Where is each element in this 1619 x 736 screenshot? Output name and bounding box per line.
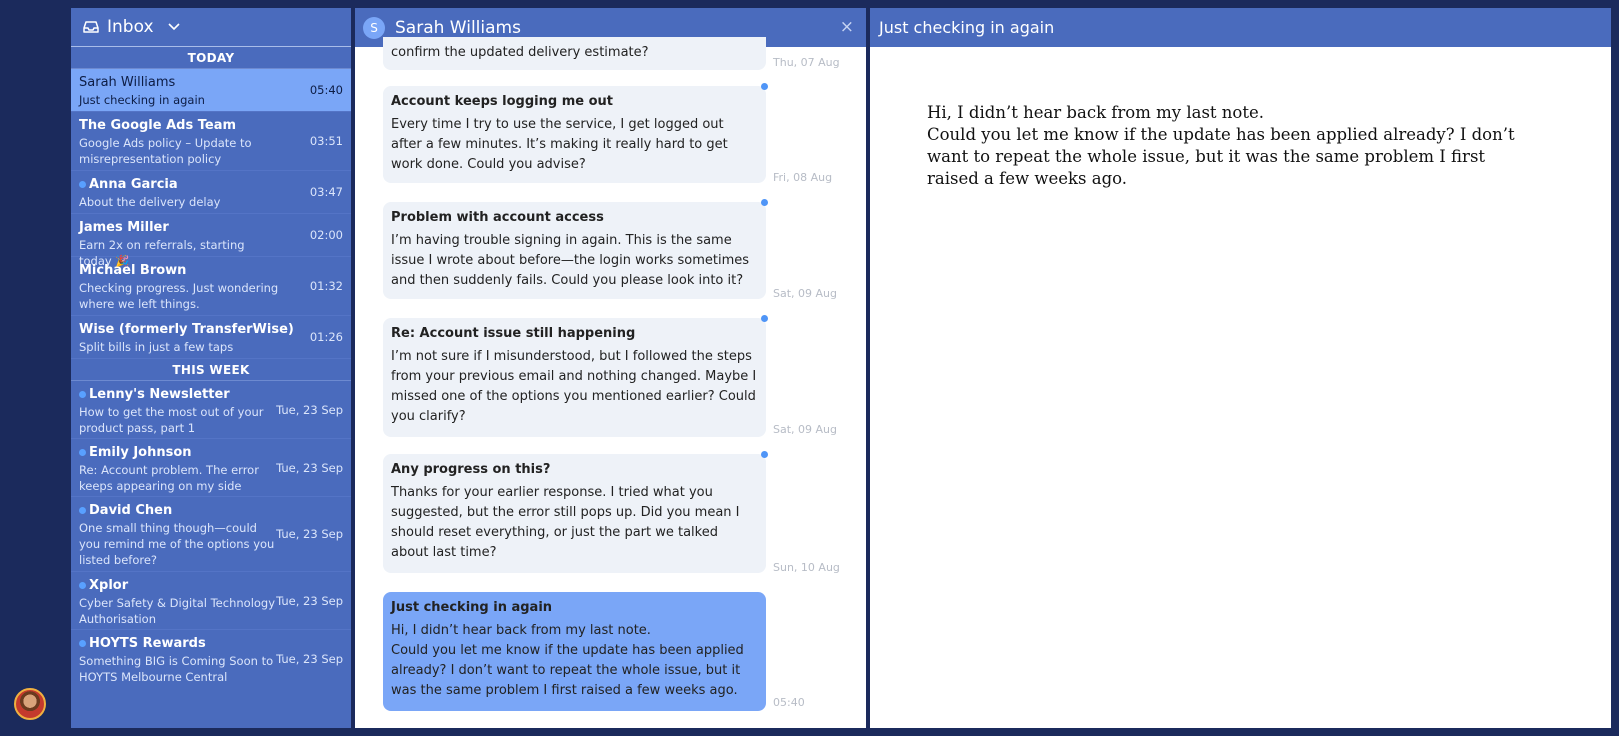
sender-name: HOYTS Rewards <box>89 636 206 651</box>
message-body: I’m not sure if I misunderstood, but I f… <box>391 349 757 424</box>
message-preview: Something BIG is Coming Soon to HOYTS Me… <box>79 654 274 684</box>
reading-pane: Just checking in again Hi, I didn’t hear… <box>870 8 1611 728</box>
message-time: Tue, 23 Sep <box>276 527 343 541</box>
inbox-header[interactable]: Inbox <box>71 8 351 47</box>
chevron-down-icon[interactable] <box>167 23 180 31</box>
list-item[interactable]: The Google Ads Team Google Ads policy – … <box>71 112 351 171</box>
conversation-name: Sarah Williams <box>395 17 521 38</box>
message-time: Tue, 23 Sep <box>276 402 343 417</box>
message-timestamp: Fri, 08 Aug <box>773 171 833 184</box>
reader-line: Could you let me know if the update has … <box>927 125 1515 188</box>
conversation-panel: S Sarah Williams × confirm the updated d… <box>355 8 866 728</box>
message-bubble-selected[interactable]: Just checking in again Hi, I didn’t hear… <box>383 592 766 711</box>
section-today: TODAY <box>71 47 351 69</box>
message-time: 01:26 <box>309 330 343 344</box>
reader-title: Just checking in again <box>870 8 1611 47</box>
user-avatar[interactable] <box>14 688 46 720</box>
unread-dot <box>79 391 86 398</box>
unread-dot <box>761 83 768 90</box>
message-bubble[interactable]: Problem with account access I’m having t… <box>383 199 768 299</box>
reader-body[interactable]: Hi, I didn’t hear back from my last note… <box>870 47 1611 190</box>
message-preview: About the delivery delay <box>79 195 221 209</box>
unread-dot <box>761 315 768 322</box>
message-bubble[interactable]: Re: Account issue still happening I’m no… <box>383 315 768 437</box>
sender-name: Lenny's Newsletter <box>89 387 230 402</box>
message-body-line1: Hi, I didn’t hear back from my last note… <box>391 623 651 638</box>
message-time: 05:40 <box>309 83 343 97</box>
message-body: Thanks for your earlier response. I trie… <box>391 485 740 560</box>
list-item[interactable]: HOYTS Rewards Something BIG is Coming So… <box>71 630 351 688</box>
sender-name: James Miller <box>79 220 169 235</box>
message-timestamp: Sat, 09 Aug <box>773 423 838 436</box>
sender-name: Emily Johnson <box>89 445 192 460</box>
message-timestamp: Thu, 07 Aug <box>773 56 840 69</box>
unread-dot <box>79 640 86 647</box>
sender-name: The Google Ads Team <box>79 118 237 133</box>
reader-line: Hi, I didn’t hear back from my last note… <box>927 103 1265 122</box>
unread-dot <box>761 451 768 458</box>
message-preview: Split bills in just a few taps <box>79 340 234 354</box>
conversation-thread[interactable]: confirm the updated delivery estimate? T… <box>355 37 866 728</box>
sender-name: Michael Brown <box>79 263 187 278</box>
sender-name: Sarah Williams <box>79 75 176 90</box>
list-item[interactable]: Emily Johnson Re: Account problem. The e… <box>71 439 351 497</box>
inbox-title: Inbox <box>107 17 154 37</box>
inbox-panel: Inbox TODAY Sarah Williams Just checking… <box>71 8 351 728</box>
message-time: 03:51 <box>309 134 343 148</box>
sender-name: David Chen <box>89 503 173 518</box>
avatar: S <box>363 16 385 39</box>
message-preview: How to get the most out of your product … <box>79 405 264 435</box>
message-body: Every time I try to use the service, I g… <box>391 117 728 172</box>
inbox-icon <box>83 21 99 33</box>
message-time: 01:32 <box>309 279 343 293</box>
list-item[interactable]: Sarah Williams Just checking in again 05… <box>71 69 351 112</box>
message-preview: Checking progress. Just wondering where … <box>79 281 279 311</box>
message-timestamp: Sat, 09 Aug <box>773 287 838 300</box>
message-subject: Problem with account access <box>391 210 604 225</box>
message-body: confirm the updated delivery estimate? <box>391 45 649 60</box>
sender-name: Wise (formerly TransferWise) <box>79 322 294 337</box>
message-body-line2: Could you let me know if the update has … <box>391 643 744 698</box>
unread-dot <box>79 449 86 456</box>
message-timestamp: Sun, 10 Aug <box>773 561 840 574</box>
message-timestamp: 05:40 <box>773 696 805 709</box>
message-bubble[interactable]: Account keeps logging me out Every time … <box>383 83 768 183</box>
message-preview: One small thing though—could you remind … <box>79 521 275 567</box>
message-subject: Just checking in again <box>391 600 553 615</box>
unread-dot <box>79 507 86 514</box>
message-preview: Google Ads policy – Update to misreprese… <box>79 136 252 166</box>
list-item[interactable]: Xplor Cyber Safety & Digital Technology … <box>71 572 351 630</box>
list-item[interactable]: Anna Garcia About the delivery delay 03:… <box>71 171 351 214</box>
message-subject: Account keeps logging me out <box>391 94 613 109</box>
message-time: Tue, 23 Sep <box>276 652 343 666</box>
message-preview: Cyber Safety & Digital Technology Author… <box>79 596 276 626</box>
message-subject: Any progress on this? <box>391 462 551 477</box>
list-item[interactable]: James Miller Earn 2x on referrals, start… <box>71 214 351 268</box>
message-preview: Re: Account problem. The error keeps app… <box>79 463 259 493</box>
message-time: Tue, 23 Sep <box>276 593 343 608</box>
message-preview: Just checking in again <box>79 93 205 107</box>
unread-dot <box>79 181 86 188</box>
unread-dot <box>761 199 768 206</box>
message-time: 03:47 <box>309 185 343 199</box>
list-item[interactable]: David Chen One small thing though—could … <box>71 497 351 572</box>
message-time: 02:00 <box>309 228 343 242</box>
list-item[interactable]: Lenny's Newsletter How to get the most o… <box>71 381 351 439</box>
sender-name: Xplor <box>89 578 129 593</box>
message-subject: Re: Account issue still happening <box>391 326 636 341</box>
message-bubble[interactable]: confirm the updated delivery estimate? <box>383 37 766 70</box>
message-body: I’m having trouble signing in again. Thi… <box>391 233 750 288</box>
unread-dot <box>79 582 86 589</box>
message-time: Tue, 23 Sep <box>276 460 343 475</box>
sender-name: Anna Garcia <box>89 177 178 192</box>
left-rail <box>0 0 70 736</box>
close-icon[interactable]: × <box>840 17 854 37</box>
list-item[interactable]: Wise (formerly TransferWise) Split bills… <box>71 316 351 359</box>
list-item[interactable]: Michael Brown Checking progress. Just wo… <box>71 257 351 316</box>
message-bubble[interactable]: Any progress on this? Thanks for your ea… <box>383 451 768 573</box>
section-this-week: THIS WEEK <box>71 359 351 381</box>
